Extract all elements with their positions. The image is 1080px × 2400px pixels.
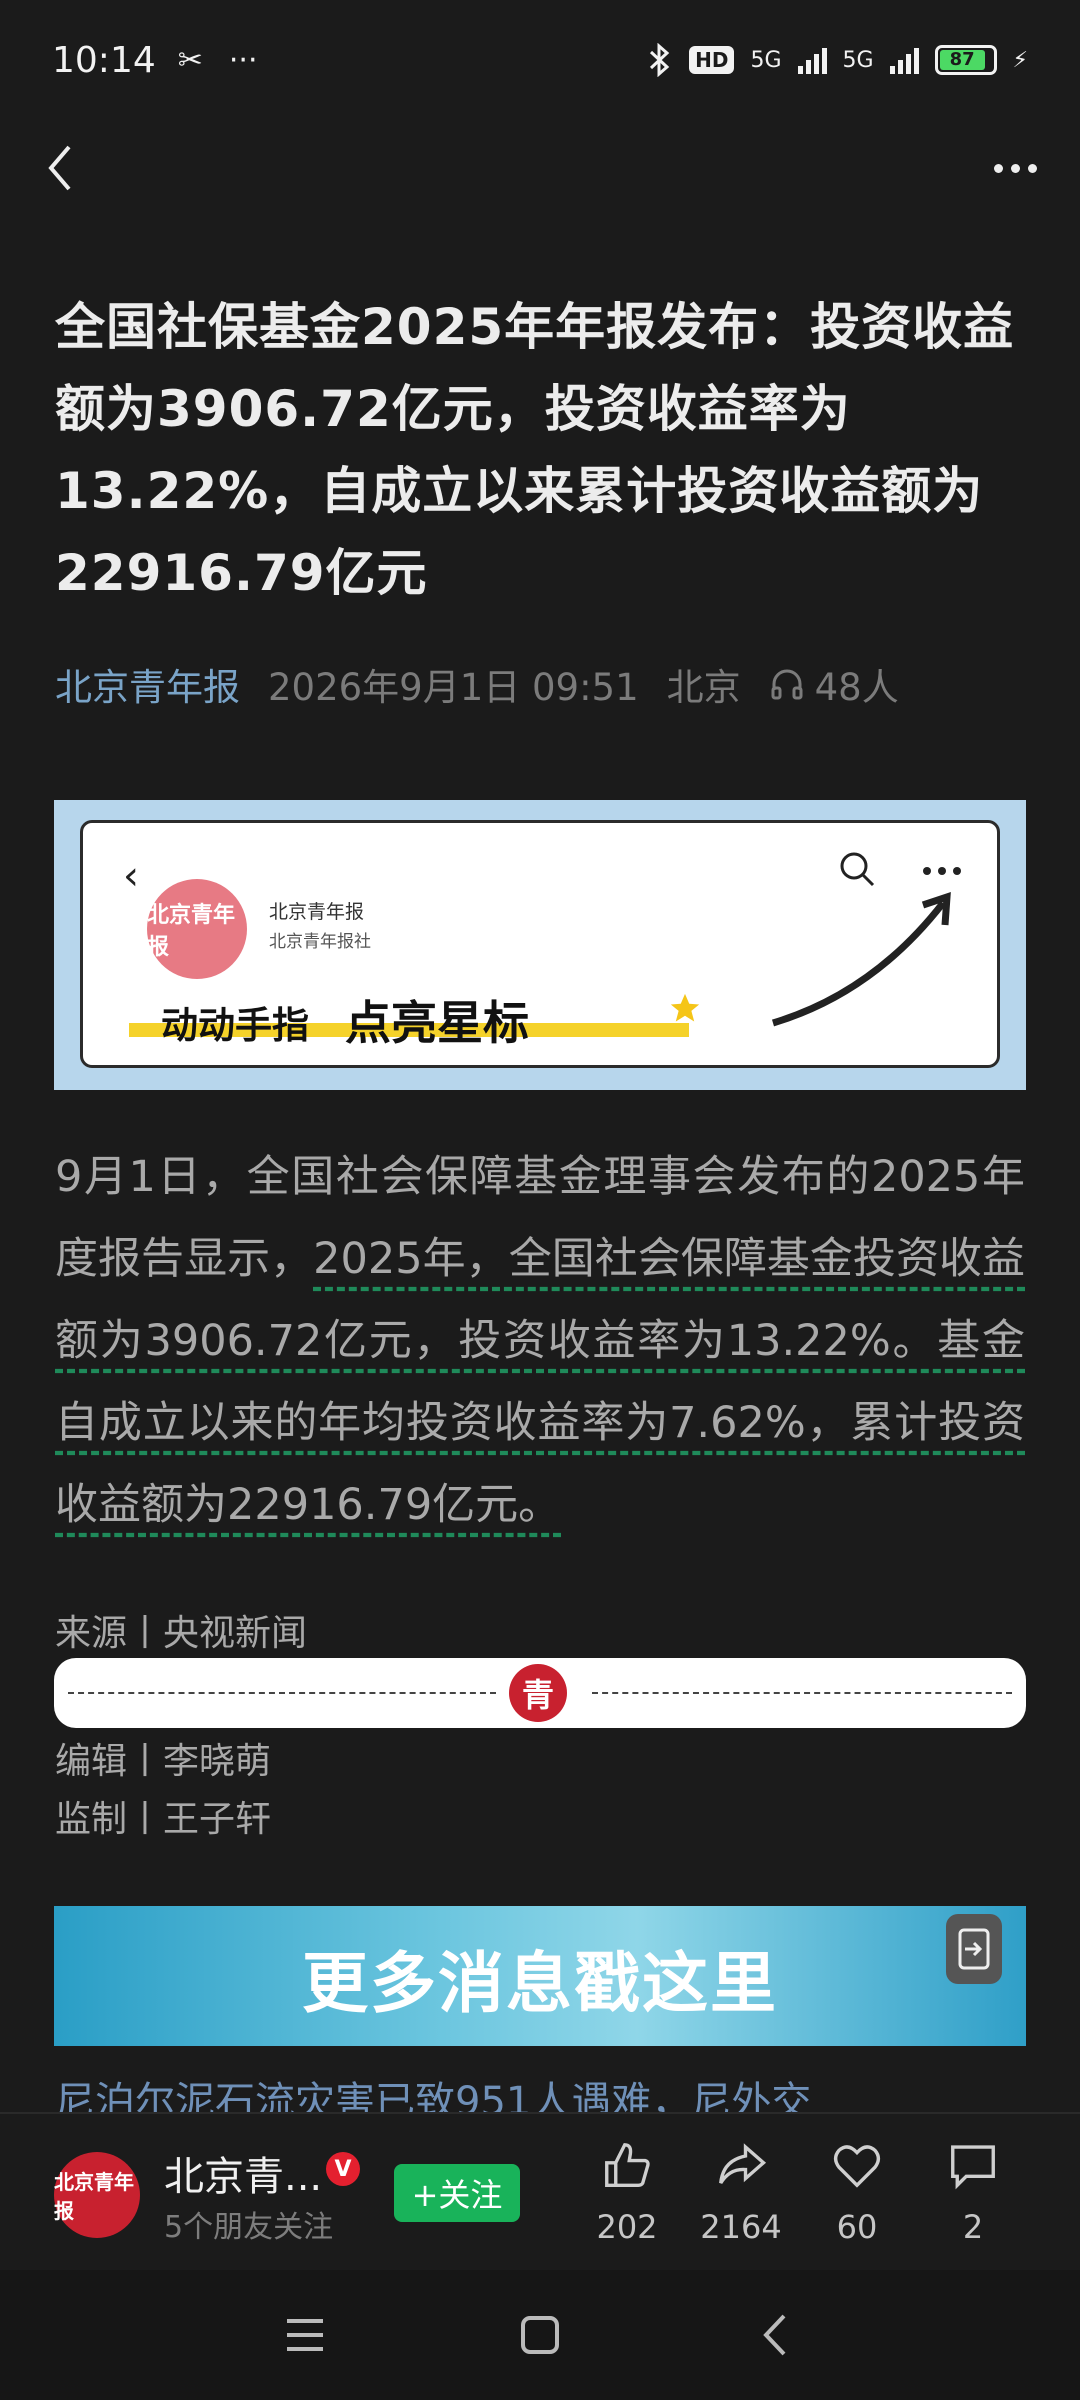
next-article-link[interactable]: 尼泊尔泥石流灾害已致951人遇难，尼外交	[55, 2072, 1035, 2112]
listen-count-text: 48人	[814, 666, 899, 709]
article-meta: 北京青年报 2026年9月1日 09:51 北京 48人	[55, 656, 1035, 712]
home-square-icon	[521, 2316, 559, 2354]
back-button[interactable]	[30, 138, 90, 198]
battery-level: 87	[939, 50, 985, 70]
system-nav-bar	[0, 2270, 1080, 2400]
headphones-icon	[771, 669, 803, 700]
star-icon	[670, 993, 700, 1022]
menu-icon	[287, 2319, 323, 2351]
comment-button[interactable]: 2	[918, 2138, 1028, 2246]
scissors-icon: ✂	[177, 42, 203, 78]
banner-text-big: 点亮星标	[345, 996, 529, 1050]
listen-count[interactable]: 48人	[769, 657, 899, 711]
like-button[interactable]: 202	[572, 2138, 682, 2246]
comment-bubble-icon	[951, 2145, 995, 2190]
article-source-link[interactable]: 北京青年报	[55, 657, 240, 711]
top-nav	[0, 120, 1080, 220]
back-arrow-icon	[48, 145, 71, 191]
account-name[interactable]: 北京青...	[164, 2144, 322, 2202]
comment-count: 2	[962, 2208, 984, 2246]
exit-screen-icon	[958, 1928, 990, 1970]
favorite-button[interactable]: 60	[802, 2138, 912, 2246]
banner-account-name: 北京青年报	[269, 901, 365, 923]
divider-pill: 青	[54, 1658, 1026, 1728]
like-count: 202	[596, 2208, 658, 2246]
share-button[interactable]: 2164	[686, 2138, 796, 2246]
signal-icon-1	[797, 46, 827, 74]
supervisor-line: 监制丨王子轩	[55, 1799, 272, 1840]
signal-icon-2	[889, 46, 919, 74]
banner-text-small: 动动手指	[161, 1004, 309, 1047]
share-arrow-icon	[719, 2143, 767, 2184]
banner-logo: 北京青年报	[147, 879, 247, 979]
status-time: 10:14	[52, 39, 156, 81]
nav-home-button[interactable]	[500, 2300, 580, 2370]
status-left-icons: ✂ ···	[178, 43, 258, 78]
status-bar: 10:14 ✂ ··· HD 5G 5G 87 ⚡	[0, 0, 1080, 120]
more-news-banner[interactable]: 更多消息戳这里	[54, 1906, 1026, 2046]
star-reminder-banner: ‹ 北京青年报 北京青年报 北京青年报社 动动手指 点亮星标	[54, 800, 1026, 1090]
article-title: 全国社保基金2025年年报发布：投资收益额为3906.72亿元，投资收益率为13…	[55, 298, 1015, 602]
editor-line: 编辑丨李晓萌	[55, 1741, 272, 1782]
more-dot-icon	[993, 163, 1003, 173]
banner-back-icon: ‹	[123, 853, 139, 899]
qing-logo-icon: 青	[509, 1664, 567, 1722]
network-5g-2: 5G	[842, 47, 874, 73]
banner-card: ‹ 北京青年报 北京青年报 北京青年报社 动动手指 点亮星标	[80, 820, 1000, 1068]
article-location: 北京	[666, 666, 741, 709]
more-dot-icon	[1027, 163, 1037, 173]
friends-following: 5个朋友关注	[164, 2210, 334, 2245]
article-body: 9月1日，全国社会保障基金理事会发布的2025年度报告显示，2025年，全国社会…	[55, 1136, 1025, 1546]
nav-back-button[interactable]	[735, 2300, 815, 2370]
bluetooth-icon	[650, 43, 670, 77]
more-dot-icon	[1010, 163, 1020, 173]
article-datetime: 2026年9月1日 09:51	[268, 666, 639, 709]
network-5g-1: 5G	[750, 47, 782, 73]
more-notifications-icon: ···	[228, 42, 258, 78]
more-options-button[interactable]	[980, 138, 1050, 198]
nav-menu-button[interactable]	[265, 2300, 345, 2370]
nav-back-icon	[763, 2314, 786, 2356]
divider-dash-left	[68, 1692, 496, 1694]
hd-badge: HD	[689, 46, 735, 74]
account-avatar[interactable]: 北京青年报	[54, 2152, 140, 2238]
bottom-action-bar: 北京青年报 北京青... V 5个朋友关注 +关注 202 2164 60 2	[0, 2112, 1080, 2270]
thumbs-up-icon	[605, 2143, 650, 2187]
status-right: HD 5G 5G 87 ⚡	[647, 43, 1028, 77]
heart-icon	[833, 2145, 881, 2188]
share-screen-button[interactable]	[946, 1914, 1002, 1984]
follow-button[interactable]: +关注	[394, 2164, 520, 2222]
share-count: 2164	[700, 2208, 782, 2246]
banner-more-icon	[923, 867, 961, 875]
charging-icon: ⚡	[1012, 47, 1028, 73]
battery-icon: 87	[934, 45, 997, 75]
source-line: 来源丨央视新闻	[55, 1613, 308, 1654]
curved-arrow-icon	[771, 892, 951, 1027]
verified-badge: V	[326, 2152, 360, 2186]
banner-account-sub: 北京青年报社	[269, 932, 371, 952]
more-news-text: 更多消息戳这里	[302, 1945, 778, 2022]
favorite-count: 60	[836, 2208, 878, 2246]
divider-dash-right	[592, 1692, 1012, 1694]
